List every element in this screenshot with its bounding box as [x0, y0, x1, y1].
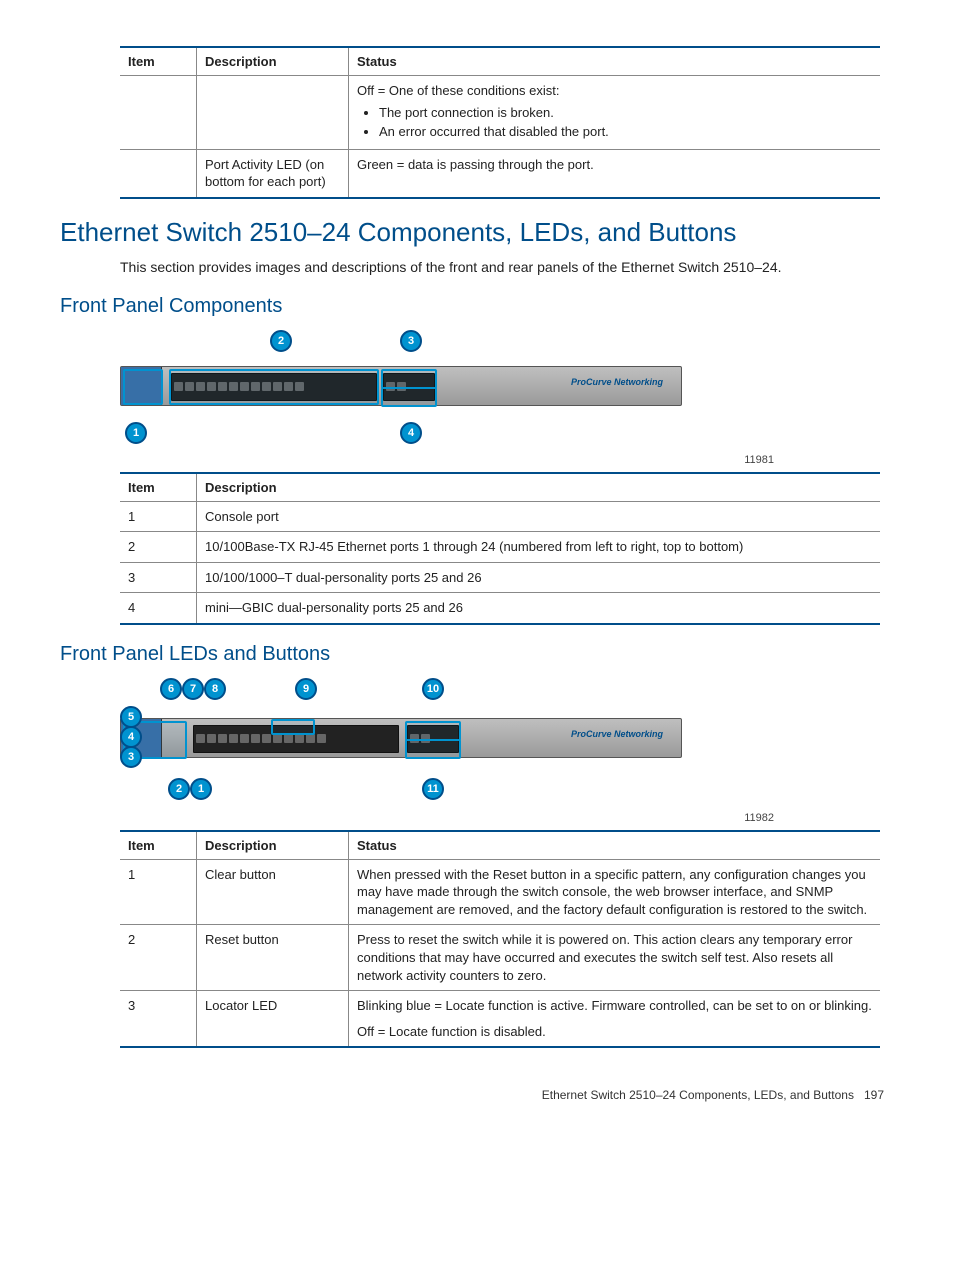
table-row: Off = One of these conditions exist: The…: [120, 76, 880, 150]
status-lead: Off = One of these conditions exist:: [357, 83, 559, 98]
table-row: 4mini—GBIC dual-personality ports 25 and…: [120, 593, 880, 624]
page-footer: Ethernet Switch 2510–24 Components, LEDs…: [60, 1088, 884, 1102]
callout-11: 11: [422, 778, 444, 800]
table-port-status: Item Description Status Off = One of the…: [120, 46, 880, 199]
table-row: 1Console port: [120, 501, 880, 532]
col-item: Item: [120, 47, 197, 76]
col-item: Item: [120, 473, 197, 502]
col-desc: Description: [197, 473, 881, 502]
figure-front-panel-components: 2 3 1 4 ProCurve Networking: [120, 330, 740, 450]
col-status: Status: [349, 47, 881, 76]
table-row: 2 Reset button Press to reset the switch…: [120, 925, 880, 991]
brand-label: ProCurve Networking: [571, 729, 663, 739]
callout-1b: 1: [190, 778, 212, 800]
callout-1: 1: [125, 422, 147, 444]
table-row: 210/100Base-TX RJ-45 Ethernet ports 1 th…: [120, 532, 880, 563]
table-row: 3 Locator LED Blinking blue = Locate fun…: [120, 991, 880, 1048]
col-status: Status: [349, 831, 881, 860]
callout-4: 4: [400, 422, 422, 444]
page-number: 197: [864, 1088, 884, 1102]
table-front-panel-components: Item Description 1Console port 210/100Ba…: [120, 472, 880, 625]
status-bullets: The port connection is broken. An error …: [357, 104, 872, 141]
table-front-panel-leds: Item Description Status 1 Clear button W…: [120, 830, 880, 1048]
footer-text: Ethernet Switch 2510–24 Components, LEDs…: [542, 1088, 854, 1102]
callout-9: 9: [295, 678, 317, 700]
subsection-front-panel-components: Front Panel Components: [60, 295, 894, 318]
figure-number: 11981: [60, 454, 774, 466]
section-intro: This section provides images and descrip…: [120, 258, 894, 277]
callout-2b: 2: [168, 778, 190, 800]
col-desc: Description: [197, 47, 349, 76]
table-row: 1 Clear button When pressed with the Res…: [120, 859, 880, 925]
subsection-front-panel-leds: Front Panel LEDs and Buttons: [60, 643, 894, 666]
figure-front-panel-leds: 6 7 8 9 10 5 4 3 2 1 11 ProCurve Network…: [120, 678, 740, 808]
section-title: Ethernet Switch 2510–24 Components, LEDs…: [60, 217, 894, 248]
switch-diagram: ProCurve Networking: [120, 366, 682, 406]
callout-10: 10: [422, 678, 444, 700]
callout-5: 5: [120, 706, 142, 728]
table-row: 310/100/1000–T dual-personality ports 25…: [120, 562, 880, 593]
figure-number: 11982: [60, 812, 774, 824]
table-row: Port Activity LED (on bottom for each po…: [120, 149, 880, 198]
brand-label: ProCurve Networking: [571, 377, 663, 387]
col-desc: Description: [197, 831, 349, 860]
switch-diagram-leds: ProCurve Networking: [120, 718, 682, 758]
callout-3b: 3: [120, 746, 142, 768]
callout-3: 3: [400, 330, 422, 352]
callout-8: 8: [204, 678, 226, 700]
col-item: Item: [120, 831, 197, 860]
callout-2: 2: [270, 330, 292, 352]
callout-6: 6: [160, 678, 182, 700]
callout-7: 7: [182, 678, 204, 700]
callout-4b: 4: [120, 726, 142, 748]
